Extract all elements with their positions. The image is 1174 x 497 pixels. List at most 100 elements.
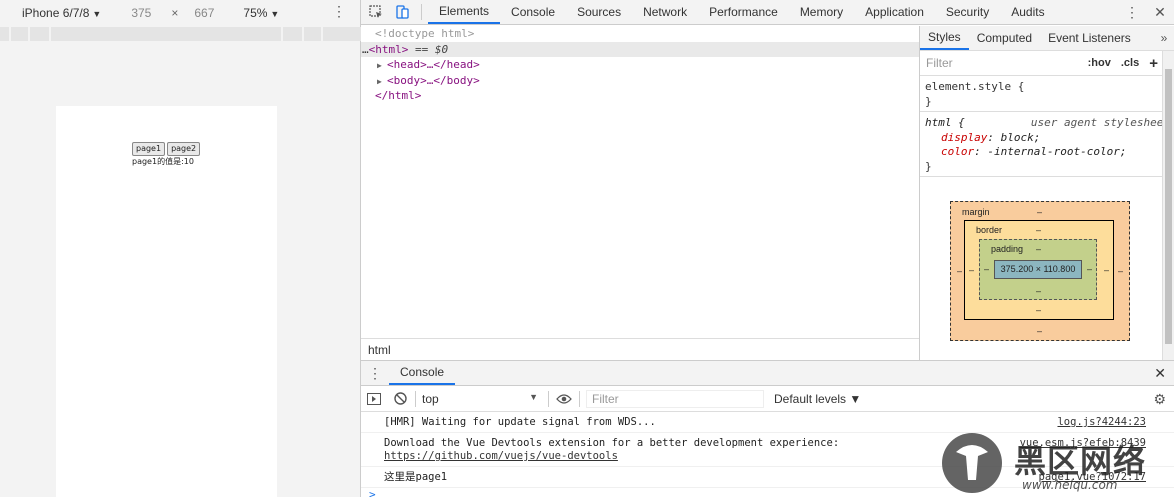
html-style-rule[interactable]: html { user agent stylesheet display: blo… (920, 112, 1174, 177)
rule-close: } (925, 159, 932, 173)
gear-icon[interactable]: ⚙ (1153, 391, 1166, 408)
breadcrumb-item-html[interactable]: html (368, 343, 391, 357)
clear-console-icon[interactable] (387, 392, 413, 405)
device-name: iPhone 6/7/8 (22, 5, 90, 20)
box-border[interactable]: border – – – – padding – – – – 375.200 ×… (964, 220, 1114, 320)
declaration-display[interactable]: display: block; (925, 131, 1170, 146)
viewport-width-input[interactable]: 375 (131, 6, 151, 20)
margin-right-value[interactable]: – (1118, 266, 1123, 276)
padding-top-value[interactable]: – (1036, 244, 1041, 254)
device-select[interactable]: iPhone 6/7/8 ▼ (22, 6, 101, 20)
drawer-tab-console[interactable]: Console (389, 361, 456, 385)
property-name: display (941, 130, 988, 144)
element-style-rule[interactable]: element.style { } (920, 76, 1174, 112)
close-drawer-icon[interactable]: ✕ (1154, 365, 1166, 382)
media-query-segment[interactable] (11, 27, 28, 41)
watermark-icon (942, 433, 1002, 493)
breadcrumb: html (361, 338, 919, 360)
console-toolbar: top ▼ Filter Default levels ▼ ⚙ (361, 386, 1174, 412)
toolbar-separator (421, 4, 422, 20)
margin-bottom-value[interactable]: – (1037, 326, 1042, 336)
more-tabs-icon[interactable]: » (1154, 26, 1174, 50)
tab-sources[interactable]: Sources (566, 0, 632, 24)
styles-filter-row: Filter :hov .cls + (920, 51, 1174, 76)
tab-console[interactable]: Console (500, 0, 566, 24)
property-value: block; (1000, 130, 1041, 144)
inspect-element-icon[interactable] (363, 0, 389, 24)
dom-node-html-close[interactable]: </html> (361, 88, 919, 104)
live-expression-eye-icon[interactable] (551, 393, 577, 404)
elements-tree: <!doctype html> …<html> == $0 ▶ <head>…</… (361, 26, 919, 338)
padding-bottom-value[interactable]: – (1036, 286, 1041, 296)
tab-memory[interactable]: Memory (789, 0, 854, 24)
border-right-value[interactable]: – (1104, 265, 1109, 275)
tab-styles[interactable]: Styles (920, 26, 969, 50)
page1-button[interactable]: page1 (132, 142, 166, 156)
expand-triangle-icon[interactable]: ▶ (377, 58, 387, 74)
box-padding[interactable]: padding – – – – 375.200 × 110.800 (979, 239, 1097, 300)
tab-audits[interactable]: Audits (1000, 0, 1055, 24)
box-model: margin – – – – border – – – – padding – … (920, 178, 1160, 360)
cls-toggle[interactable]: .cls (1121, 57, 1139, 69)
close-icon[interactable]: ✕ (1146, 4, 1174, 21)
message-link[interactable]: https://github.com/vuejs/vue-devtools (384, 450, 618, 462)
tab-application[interactable]: Application (854, 0, 935, 24)
styles-filter-input[interactable]: Filter (926, 56, 1088, 70)
more-options-icon[interactable]: ⋮ (332, 4, 346, 18)
tab-performance[interactable]: Performance (698, 0, 789, 24)
sidebar-toggle-icon[interactable] (361, 392, 387, 405)
dom-node-doctype[interactable]: <!doctype html> (361, 26, 919, 42)
border-bottom-value[interactable]: – (1036, 305, 1041, 315)
border-top-value[interactable]: – (1036, 225, 1041, 235)
margin-top-value[interactable]: – (1037, 207, 1042, 217)
media-query-segment[interactable] (283, 27, 302, 41)
log-levels-select[interactable]: Default levels ▼ (774, 392, 861, 406)
toolbar-separator (415, 390, 416, 407)
rule-selector: html { (925, 116, 965, 129)
chevron-down-icon: ▼ (270, 8, 280, 19)
padding-right-value[interactable]: – (1087, 264, 1092, 274)
hov-toggle[interactable]: :hov (1088, 57, 1111, 69)
margin-left-value[interactable]: – (957, 266, 962, 276)
expand-triangle-icon[interactable]: ▶ (377, 74, 387, 90)
box-content-size[interactable]: 375.200 × 110.800 (994, 260, 1082, 279)
scrollbar-thumb[interactable] (1165, 69, 1172, 344)
device-toolbar-icon[interactable] (389, 0, 415, 24)
viewport-height-input[interactable]: 667 (194, 6, 214, 20)
tab-elements[interactable]: Elements (428, 0, 501, 24)
message-source-link[interactable]: log.js?4244:23 (1057, 416, 1146, 429)
page2-button[interactable]: page2 (167, 142, 201, 156)
border-left-value[interactable]: – (969, 265, 974, 275)
media-query-segment[interactable] (51, 27, 281, 41)
media-query-segment[interactable] (304, 27, 321, 41)
drawer-menu-icon[interactable]: ⋮ (361, 361, 389, 385)
tab-computed[interactable]: Computed (969, 26, 1040, 50)
page-value-text: page1的值是:10 (132, 157, 194, 166)
box-margin[interactable]: margin – – – – border – – – – padding – … (950, 201, 1130, 341)
media-query-bar[interactable] (0, 27, 361, 41)
dom-node-body[interactable]: ▶ <body>…</body> (361, 73, 919, 89)
styles-scrollbar[interactable] (1162, 51, 1174, 360)
zoom-select[interactable]: 75% ▼ (243, 6, 279, 20)
tab-network[interactable]: Network (632, 0, 698, 24)
watermark-url: www.heiqu.com (1022, 478, 1118, 492)
context-select[interactable]: top ▼ (418, 392, 546, 406)
media-query-segment[interactable] (0, 27, 9, 41)
add-rule-button[interactable]: + (1149, 55, 1158, 72)
declaration-color[interactable]: color: -internal-root-color; (925, 145, 1170, 160)
rule-source: user agent stylesheet (1030, 116, 1170, 129)
doctype-text: <!doctype html> (375, 27, 475, 40)
media-query-segment[interactable] (323, 27, 361, 41)
more-options-icon[interactable]: ⋮ (1118, 4, 1146, 21)
console-filter-input[interactable]: Filter (586, 389, 764, 408)
html-close-tag: </html> (375, 89, 422, 102)
tab-event-listeners[interactable]: Event Listeners (1040, 26, 1139, 50)
body-tag: <body>…</body> (387, 73, 480, 87)
media-query-segment[interactable] (30, 27, 49, 41)
tab-security[interactable]: Security (935, 0, 1000, 24)
padding-left-value[interactable]: – (984, 264, 989, 274)
chevron-down-icon: ▼ (92, 8, 102, 19)
dom-node-head[interactable]: ▶ <head>…</head> (361, 57, 919, 73)
dom-node-html[interactable]: …<html> == $0 (361, 41, 919, 57)
styles-sidebar: Styles Computed Event Listeners » Filter… (919, 26, 1174, 360)
